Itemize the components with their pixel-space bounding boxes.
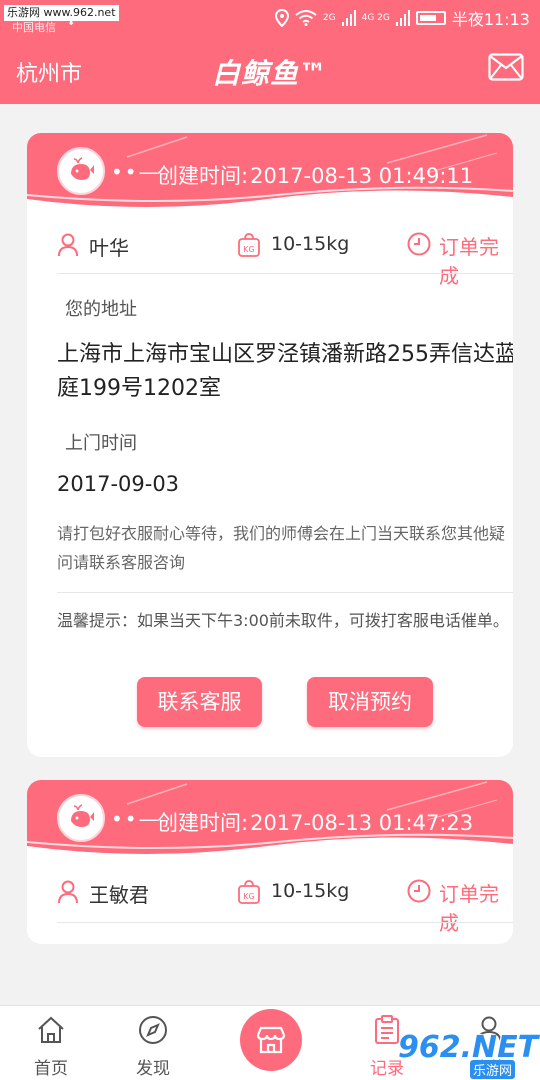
created-label: 创建时间: <box>157 164 249 188</box>
watermark-bottom: 962.NET 乐游网 <box>392 1030 539 1079</box>
visit-date: 2017-09-03 <box>57 472 180 496</box>
signal-icon <box>341 10 356 26</box>
created-timestamp: 2017-08-13 01:49:11 <box>250 164 474 188</box>
battery-icon <box>415 11 446 25</box>
order-card[interactable]: ••— 创建时间:2017-08-13 01:49:11 叶华 KG 10-15… <box>27 133 513 757</box>
mail-icon[interactable] <box>488 53 524 81</box>
network-type-1: 2G <box>322 12 336 23</box>
divider <box>57 273 513 274</box>
contact-service-button[interactable]: 联系客服 <box>137 677 262 727</box>
address-label: 您的地址 <box>65 299 137 320</box>
carrier-name: 中国电信 <box>12 21 56 34</box>
whale-icon <box>71 804 94 827</box>
order-status: 订单完成 <box>439 882 499 935</box>
download-arrow-icon: ⬇ <box>67 17 76 28</box>
watermark-site-name: 乐游网 <box>470 1060 516 1079</box>
status-indicators: 2G 4G 2G 半夜11:13 <box>274 6 530 30</box>
header-dots: ••— <box>111 160 161 184</box>
home-icon <box>38 1016 64 1043</box>
tab-home[interactable]: 首页 <box>6 1006 96 1080</box>
order-card-header: ••— 创建时间:2017-08-13 01:49:11 <box>27 133 513 213</box>
weight-kg-icon: KG <box>238 233 260 257</box>
order-info-row: 叶华 KG 10-15kg 订单完成 <box>57 231 513 288</box>
whale-logo-badge <box>57 794 105 842</box>
wifi-icon <box>295 10 317 26</box>
order-card[interactable]: ••— 创建时间:2017-08-13 01:47:23 王敏君 KG 10-1… <box>27 780 513 944</box>
whale-logo-badge <box>57 147 105 195</box>
store-icon <box>256 1026 286 1054</box>
person-icon <box>58 880 78 904</box>
svg-text:KG: KG <box>243 892 254 901</box>
tab-discover-label: 发现 <box>136 1059 170 1079</box>
visit-time-label: 上门时间 <box>65 433 137 454</box>
order-status: 订单完成 <box>439 235 499 288</box>
divider <box>57 922 513 923</box>
center-order-button[interactable] <box>240 1009 302 1071</box>
app-header: 杭州市 白鲸鱼™ <box>0 36 540 104</box>
created-time: 创建时间:2017-08-13 01:47:23 <box>157 807 473 837</box>
watermark-logo-text: 962.NET <box>398 1030 539 1065</box>
order-card-header: ••— 创建时间:2017-08-13 01:47:23 <box>27 780 513 860</box>
customer-name: 王敏君 <box>89 883 149 907</box>
signal-icon-2 <box>395 10 410 26</box>
created-timestamp: 2017-08-13 01:47:23 <box>250 811 474 835</box>
order-weight: 10-15kg <box>271 880 350 902</box>
header-dots: ••— <box>111 807 161 831</box>
svg-text:KG: KG <box>243 245 254 254</box>
notice-text: 请打包好衣服耐心等待，我们的师傅会在上门当天联系您其他疑问请联系客服咨询 <box>57 524 506 572</box>
clock-icon <box>407 879 431 903</box>
order-info-row: 王敏君 KG 10-15kg 订单完成 <box>57 878 513 935</box>
order-weight: 10-15kg <box>271 233 350 255</box>
address-value: 上海市上海市宝山区罗泾镇潘新路255弄信达蓝庭199号1202室 <box>57 342 513 401</box>
created-time: 创建时间:2017-08-13 01:49:11 <box>157 160 473 190</box>
created-label: 创建时间: <box>157 811 249 835</box>
compass-icon <box>139 1016 167 1044</box>
tab-discover[interactable]: 发现 <box>108 1006 198 1080</box>
tip-text: 温馨提示：如果当天下午3:00前未取件，可拨打客服电话催单。 <box>57 611 509 630</box>
network-type-2: 4G 2G <box>361 12 390 23</box>
clock-time: 半夜11:13 <box>451 10 530 29</box>
divider <box>57 592 513 593</box>
customer-name: 叶华 <box>89 236 129 260</box>
cancel-booking-button[interactable]: 取消预约 <box>307 677 433 727</box>
brand-logo: 白鲸鱼™ <box>211 57 328 90</box>
person-icon <box>58 233 78 257</box>
weight-kg-icon: KG <box>238 880 260 904</box>
tab-home-label: 首页 <box>34 1059 68 1079</box>
whale-icon <box>71 157 94 180</box>
status-bar: 乐游网 www.962.net 中国电信 ⬇ 2G 4G 2G 半夜11:13 <box>0 0 540 36</box>
clock-icon <box>407 232 431 256</box>
location-icon <box>274 9 289 27</box>
